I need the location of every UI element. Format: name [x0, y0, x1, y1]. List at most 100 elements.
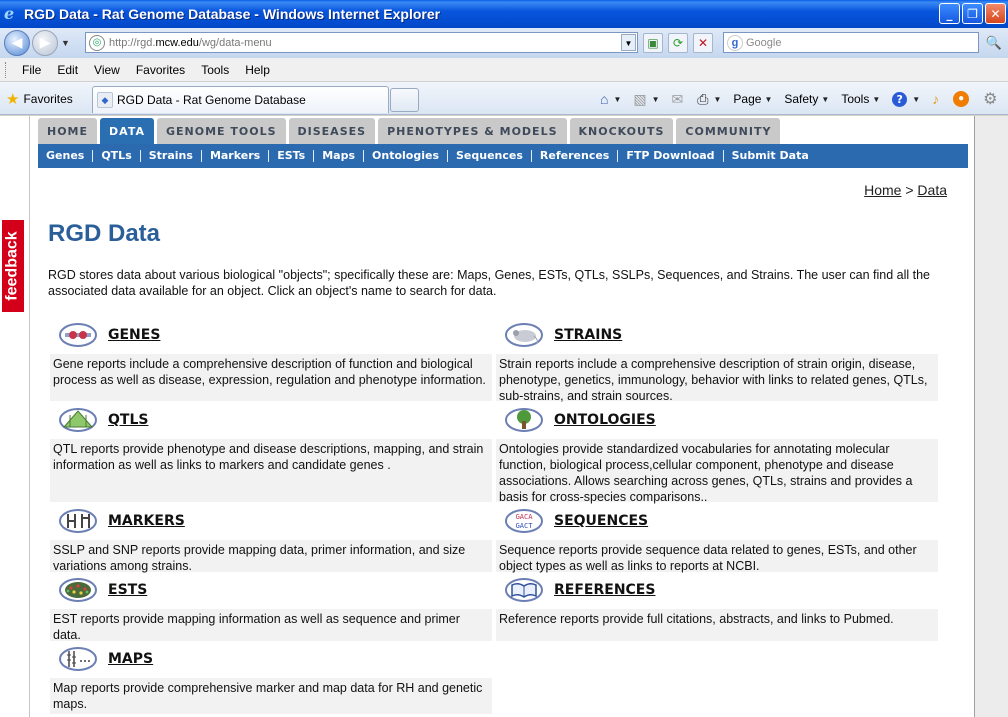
nav-diseases[interactable]: DISEASES	[288, 118, 376, 144]
subnav-references[interactable]: References	[532, 150, 619, 162]
new-tab-button[interactable]	[390, 88, 419, 112]
url-text[interactable]: http://rgd.mcw.edu/wg/data-menu	[109, 37, 272, 49]
maximize-button[interactable]: ❐	[962, 3, 983, 24]
book-icon[interactable]	[504, 577, 544, 603]
menu-edit[interactable]: Edit	[49, 63, 86, 77]
browser-tab[interactable]: ◆ RGD Data - Rat Genome Database	[92, 86, 389, 113]
top-navigation: HOME DATA GENOME TOOLS DISEASES PHENOTYP…	[38, 118, 781, 144]
sequence-icon[interactable]: GACA GACT	[504, 508, 544, 534]
stop-icon[interactable]: ✕	[693, 33, 713, 53]
feeds-button[interactable]: ▧ ▼	[633, 91, 659, 108]
mail-icon: ✉	[671, 90, 684, 107]
strains-link[interactable]: STRAINS	[554, 327, 622, 343]
nav-community[interactable]: COMMUNITY	[676, 118, 781, 144]
subnav-genes[interactable]: Genes	[38, 150, 94, 162]
qtl-peak-icon[interactable]	[58, 407, 98, 433]
menu-favorites[interactable]: Favorites	[128, 63, 193, 77]
subnav-maps[interactable]: Maps	[314, 150, 365, 162]
forward-button[interactable]: ▶	[32, 30, 58, 56]
menu-file[interactable]: File	[14, 63, 49, 77]
nav-data[interactable]: DATA	[100, 118, 154, 144]
sequence-icon-top: GACA	[516, 513, 534, 521]
compatibility-view-icon[interactable]: ▣	[643, 33, 663, 53]
mail-button[interactable]: ✉	[672, 91, 686, 108]
ontologies-link[interactable]: ONTOLOGIES	[554, 412, 656, 428]
genes-link[interactable]: GENES	[108, 327, 160, 343]
favorites-button[interactable]: ★ Favorites	[6, 90, 73, 108]
subnav-ests[interactable]: ESTs	[269, 150, 315, 162]
tab-favicon-icon: ◆	[97, 92, 113, 108]
minimize-button[interactable]: _	[939, 3, 960, 24]
subnav-ftp-download[interactable]: FTP Download	[618, 150, 724, 162]
breadcrumb-data[interactable]: Data	[917, 182, 947, 198]
subnav-sequences[interactable]: Sequences	[448, 150, 532, 162]
sequence-icon-bottom: GACT	[516, 522, 534, 530]
home-button[interactable]: ⌂ ▼	[600, 91, 621, 107]
maps-link[interactable]: MAPS	[108, 651, 153, 667]
google-icon: g	[727, 34, 743, 51]
settings-button[interactable]: ⚙	[983, 89, 999, 109]
back-button[interactable]: ◀	[4, 30, 30, 56]
qtls-link[interactable]: QTLS	[108, 412, 148, 428]
research-icon: ♪	[932, 91, 940, 107]
subnav-qtls[interactable]: QTLs	[93, 150, 141, 162]
maps-description: Map reports provide comprehensive marker…	[50, 678, 492, 714]
sequences-link[interactable]: SEQUENCES	[554, 513, 648, 529]
nav-phenotypes-models[interactable]: PHENOTYPES & MODELS	[378, 118, 567, 144]
ests-description: EST reports provide mapping information …	[50, 609, 492, 642]
research-button[interactable]: ♪	[932, 91, 941, 107]
toolbar-grip[interactable]	[5, 61, 8, 78]
markers-link[interactable]: MARKERS	[108, 513, 185, 529]
recent-pages-dropdown[interactable]: ▼	[61, 38, 73, 48]
addon-button[interactable]: ●	[953, 91, 971, 107]
page-viewport: feedback HOME DATA GENOME TOOLS DISEASES…	[0, 116, 1008, 717]
object-card-markers: MARKERS SSLP and SNP reports provide map…	[50, 506, 492, 573]
command-bar: ⌂ ▼ ▧ ▼ ✉ ⎙ ▼ Page ▼ Safety ▼ Tools ▼ ? ▼ ♪ ● ⚙	[600, 88, 1008, 110]
feedback-tab[interactable]: feedback	[2, 220, 24, 312]
page-menu[interactable]: Page ▼	[733, 92, 772, 106]
gear-icon: ⚙	[983, 91, 998, 108]
ests-link[interactable]: ESTS	[108, 582, 147, 598]
address-buttons: ▣ ⟳ ✕	[643, 33, 713, 53]
object-card-maps: MAPS Map reports provide comprehensive m…	[50, 644, 492, 714]
search-placeholder[interactable]: Google	[746, 37, 781, 49]
markers-icon[interactable]	[58, 508, 98, 534]
nav-genome-tools[interactable]: GENOME TOOLS	[156, 118, 286, 144]
rat-icon[interactable]	[504, 322, 544, 348]
refresh-icon[interactable]: ⟳	[668, 33, 688, 53]
address-dropdown[interactable]: ▼	[621, 34, 636, 51]
markers-description: SSLP and SNP reports provide mapping dat…	[50, 540, 492, 573]
object-card-strains: STRAINS Strain reports include a compreh…	[496, 320, 938, 403]
nav-knockouts[interactable]: KNOCKOUTS	[569, 118, 674, 144]
menu-tools[interactable]: Tools	[193, 63, 237, 77]
addon-icon: ●	[953, 91, 970, 107]
map-icon[interactable]	[58, 646, 98, 672]
references-description: Reference reports provide full citations…	[496, 609, 938, 641]
address-bar[interactable]: ◎ http://rgd.mcw.edu/wg/data-menu ▼	[85, 32, 638, 53]
ests-icon[interactable]	[58, 577, 98, 603]
menu-help[interactable]: Help	[237, 63, 278, 77]
tools-menu[interactable]: Tools ▼	[841, 92, 880, 106]
search-box[interactable]: g Google	[723, 32, 979, 53]
nav-home[interactable]: HOME	[38, 118, 98, 144]
left-margin	[0, 116, 30, 717]
page-title: RGD Data	[48, 220, 161, 247]
tab-title: RGD Data - Rat Genome Database	[117, 93, 306, 107]
references-link[interactable]: REFERENCES	[554, 582, 655, 598]
help-icon: ?	[892, 91, 908, 107]
sequences-description: Sequence reports provide sequence data r…	[496, 540, 938, 573]
safety-menu[interactable]: Safety ▼	[784, 92, 829, 106]
genes-icon[interactable]	[58, 322, 98, 348]
tree-icon[interactable]	[504, 407, 544, 433]
breadcrumb-home[interactable]: Home	[864, 182, 901, 198]
subnav-strains[interactable]: Strains	[141, 150, 202, 162]
menu-view[interactable]: View	[86, 63, 128, 77]
help-button[interactable]: ? ▼	[892, 91, 920, 107]
subnav-ontologies[interactable]: Ontologies	[364, 150, 448, 162]
subnav-markers[interactable]: Markers	[202, 150, 270, 162]
print-button[interactable]: ⎙ ▼	[697, 91, 721, 108]
search-icon[interactable]: 🔍	[984, 32, 1004, 53]
menu-bar: File Edit View Favorites Tools Help	[0, 58, 1008, 82]
subnav-submit-data[interactable]: Submit Data	[724, 150, 817, 162]
close-button[interactable]: ✕	[985, 3, 1006, 24]
